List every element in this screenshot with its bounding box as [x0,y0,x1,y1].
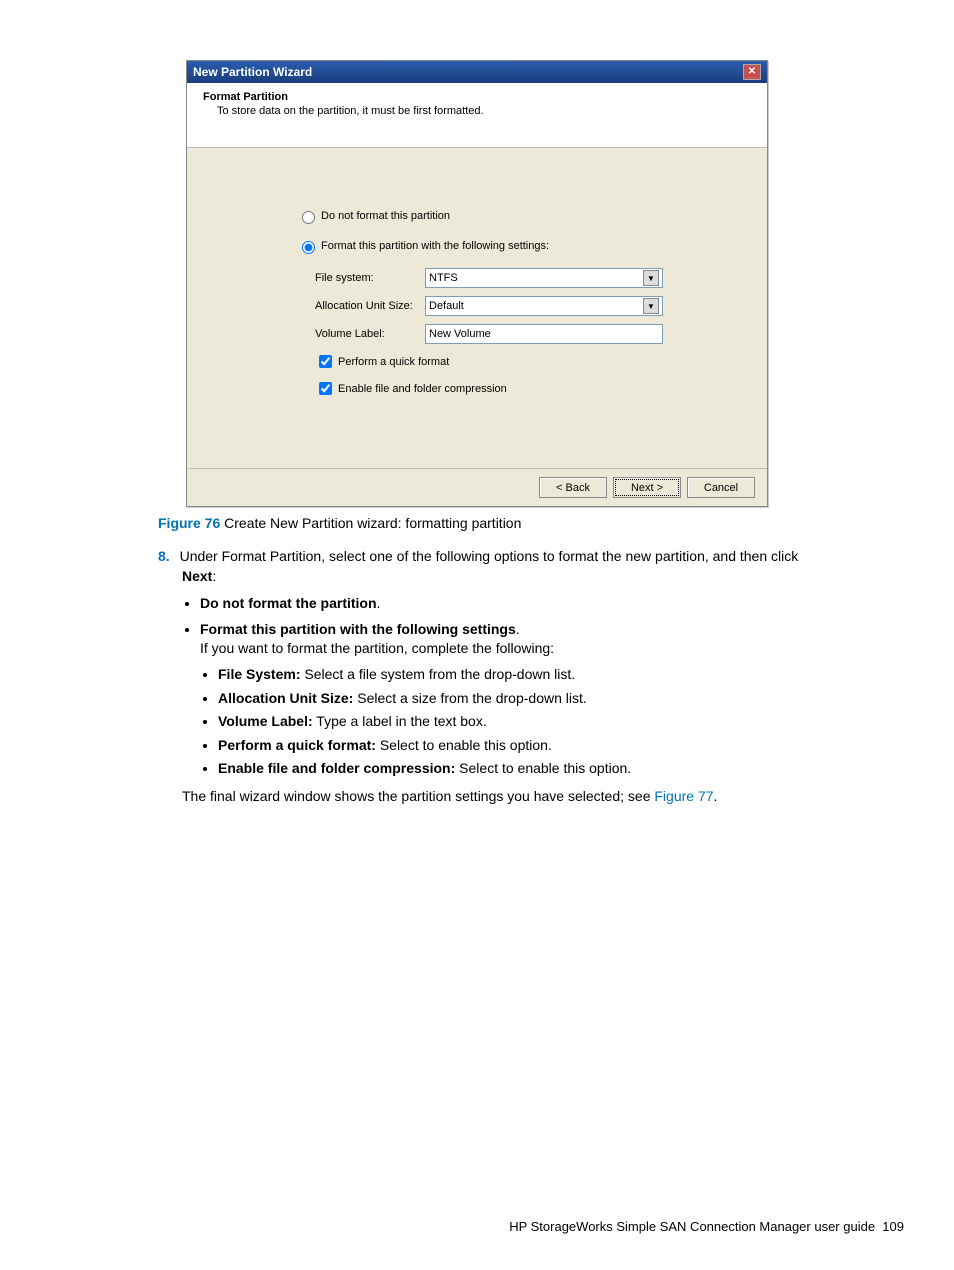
cancel-button[interactable]: Cancel [687,477,755,498]
step-8: 8. Under Format Partition, select one of… [158,547,914,807]
quick-format-label: Perform a quick format [338,356,449,368]
allocation-value: Default [429,300,464,312]
page-footer: HP StorageWorks Simple SAN Connection Ma… [509,1219,904,1234]
compression-row[interactable]: Enable file and folder compression [315,379,737,398]
volume-label-label: Volume Label: [315,328,425,340]
radio-format-label: Format this partition with the following… [321,240,549,252]
s2b: Select a size from the drop-down list. [353,690,586,706]
step-number: 8. [158,548,170,564]
radio-no-format[interactable] [302,211,315,224]
radio-no-format-label: Do not format this partition [321,210,450,222]
allocation-label: Allocation Unit Size: [315,300,425,312]
wizard-dialog: New Partition Wizard ✕ Format Partition … [186,60,768,507]
next-button[interactable]: Next > [613,477,681,498]
figure-label: Figure 76 [158,515,220,531]
final-sentence: The final wizard window shows the partit… [182,787,914,807]
s1b: Select a file system from the drop-down … [300,666,575,682]
final-a: The final wizard window shows the partit… [182,788,654,804]
radio-format-row[interactable]: Format this partition with the following… [297,238,737,254]
bullet-format-bold: Format this partition with the following… [200,621,516,637]
sub-allocation: Allocation Unit Size: Select a size from… [218,689,914,709]
page-number: 109 [882,1219,904,1234]
sub-compression: Enable file and folder compression: Sele… [218,759,914,779]
header-heading: Format Partition [203,91,751,103]
dialog-header: Format Partition To store data on the pa… [187,83,767,148]
sub-file-system: File System: Select a file system from t… [218,665,914,685]
compression-checkbox[interactable] [319,382,332,395]
bullet-format: Format this partition with the following… [200,620,914,779]
quick-format-checkbox[interactable] [319,355,332,368]
bullet-no-format: Do not format the partition. [200,594,914,614]
header-subtext: To store data on the partition, it must … [217,105,751,117]
figure-77-link[interactable]: Figure 77 [654,788,713,804]
final-tail: . [714,788,718,804]
s2a: Allocation Unit Size: [218,690,353,706]
volume-label-input[interactable]: New Volume [425,324,663,344]
volume-label-value: New Volume [429,328,491,340]
s5a: Enable file and folder compression: [218,760,455,776]
s3b: Type a label in the text box. [313,713,487,729]
back-button[interactable]: < Back [539,477,607,498]
window-title: New Partition Wizard [193,65,312,79]
dialog-footer: < Back Next > Cancel [187,468,767,506]
allocation-select[interactable]: Default ▼ [425,296,663,316]
quick-format-row[interactable]: Perform a quick format [315,352,737,371]
close-icon[interactable]: ✕ [743,64,761,80]
s4a: Perform a quick format: [218,737,376,753]
file-system-row: File system: NTFS ▼ [315,268,737,288]
footer-text: HP StorageWorks Simple SAN Connection Ma… [509,1219,875,1234]
chevron-down-icon: ▼ [643,298,659,314]
bullet-no-format-tail: . [377,595,381,611]
dialog-body: Do not format this partition Format this… [187,148,767,468]
allocation-row: Allocation Unit Size: Default ▼ [315,296,737,316]
step-intro-c: : [212,568,216,584]
s5b: Select to enable this option. [455,760,631,776]
file-system-value: NTFS [429,272,458,284]
chevron-down-icon: ▼ [643,270,659,286]
step-bullets: Do not format the partition. Format this… [200,594,914,779]
volume-label-row: Volume Label: New Volume [315,324,737,344]
figure-text: Create New Partition wizard: formatting … [224,515,521,531]
bullet-no-format-bold: Do not format the partition [200,595,377,611]
bullet-format-tail: . [516,621,520,637]
sub-volume-label: Volume Label: Type a label in the text b… [218,712,914,732]
radio-no-format-row[interactable]: Do not format this partition [297,208,737,224]
file-system-label: File system: [315,272,425,284]
compression-label: Enable file and folder compression [338,383,507,395]
bullet-format-sub: If you want to format the partition, com… [200,639,914,659]
file-system-select[interactable]: NTFS ▼ [425,268,663,288]
radio-format[interactable] [302,241,315,254]
sub-bullets: File System: Select a file system from t… [218,665,914,779]
s3a: Volume Label: [218,713,313,729]
titlebar: New Partition Wizard ✕ [187,61,767,83]
step-intro-b: Next [182,568,212,584]
s4b: Select to enable this option. [376,737,552,753]
figure-caption: Figure 76 Create New Partition wizard: f… [158,515,914,531]
sub-quick-format: Perform a quick format: Select to enable… [218,736,914,756]
s1a: File System: [218,666,300,682]
step-intro-a: Under Format Partition, select one of th… [180,548,799,564]
